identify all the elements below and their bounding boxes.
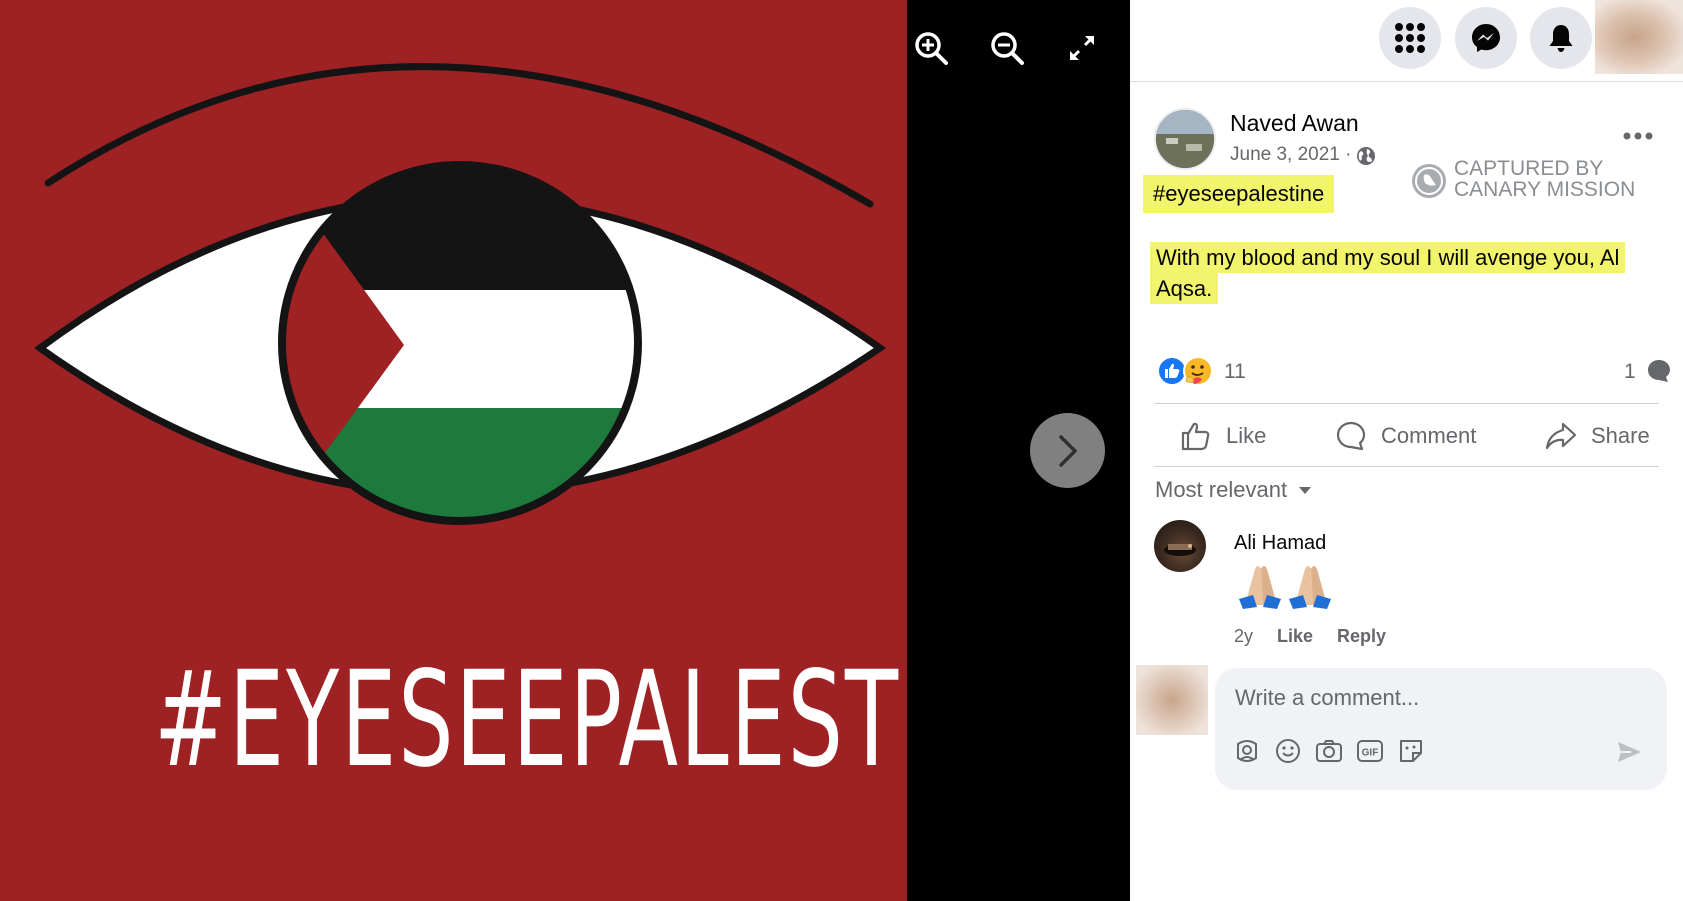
account-avatar[interactable] xyxy=(1595,0,1683,74)
eye-flag-illustration xyxy=(34,63,887,525)
comment-author[interactable]: Ali Hamad xyxy=(1234,532,1326,555)
top-bar xyxy=(1130,0,1683,82)
post-photo[interactable]: #EYESEEPALESTINE xyxy=(0,0,907,901)
chevron-right-icon xyxy=(1059,435,1078,467)
author-name[interactable]: Naved Awan xyxy=(1230,110,1359,137)
current-user-avatar[interactable] xyxy=(1136,665,1208,735)
post-timestamp[interactable]: June 3, 2021 · xyxy=(1230,144,1351,166)
comment-icon xyxy=(1336,421,1366,451)
fullscreen-icon[interactable] xyxy=(1064,30,1100,66)
comment-reply-button[interactable]: Reply xyxy=(1337,626,1386,647)
post-panel: Naved Awan June 3, 2021 · CAPTURED BY CA… xyxy=(1130,0,1683,901)
more-options-button[interactable] xyxy=(1618,124,1658,148)
comment-time[interactable]: 2y xyxy=(1234,626,1253,647)
reaction-icons[interactable] xyxy=(1156,355,1218,387)
post-hashtag[interactable]: #eyeseepalestine xyxy=(1143,175,1335,213)
watermark-text: CAPTURED BY CANARY MISSION xyxy=(1454,157,1636,201)
care-reaction-icon xyxy=(1183,356,1213,386)
commenter-avatar[interactable] xyxy=(1154,520,1206,572)
folded-hands-emoji xyxy=(1239,566,1331,609)
comment-input[interactable] xyxy=(1235,682,1635,714)
comment-sort-dropdown[interactable]: Most relevant xyxy=(1155,477,1313,503)
post-text-content: With my blood and my soul I will avenge … xyxy=(1150,242,1626,304)
reaction-count[interactable]: 11 xyxy=(1224,360,1246,384)
comment-button[interactable]: Comment xyxy=(1335,415,1476,457)
photo-caption: #EYESEEPALESTINE xyxy=(154,643,907,797)
share-label: Share xyxy=(1591,423,1650,448)
caret-down-icon xyxy=(1299,487,1312,494)
sticker-icon[interactable] xyxy=(1396,736,1426,766)
comment-count[interactable]: 1 xyxy=(1624,360,1636,384)
like-button[interactable]: Like xyxy=(1180,415,1266,457)
globe-icon xyxy=(1357,147,1375,165)
zoom-out-icon[interactable] xyxy=(989,30,1025,66)
next-photo-button[interactable] xyxy=(1030,413,1105,488)
bell-icon xyxy=(1549,25,1573,52)
post-text: With my blood and my soul I will avenge … xyxy=(1150,242,1635,304)
share-button[interactable]: Share xyxy=(1545,415,1650,457)
author-avatar[interactable] xyxy=(1154,108,1216,170)
camera-icon[interactable] xyxy=(1314,736,1344,766)
gif-icon[interactable]: GIF xyxy=(1355,736,1385,766)
divider xyxy=(1154,466,1659,467)
sort-label: Most relevant xyxy=(1155,477,1288,502)
messenger-button[interactable] xyxy=(1455,7,1517,69)
zoom-in-icon[interactable] xyxy=(913,30,949,66)
like-label: Like xyxy=(1226,423,1267,448)
menu-button[interactable] xyxy=(1379,7,1441,69)
share-icon xyxy=(1545,422,1577,450)
comment-composer: GIF xyxy=(1215,668,1667,790)
comment-bubble-icon xyxy=(1648,360,1670,382)
thumbs-up-icon xyxy=(1181,422,1210,451)
canary-mission-watermark: CAPTURED BY CANARY MISSION xyxy=(1410,158,1650,204)
photo-viewer: #EYESEEPALESTINE xyxy=(0,0,1130,901)
notifications-button[interactable] xyxy=(1530,7,1592,69)
menu-grid-icon xyxy=(1395,23,1425,53)
more-dots-icon xyxy=(1623,132,1653,140)
like-reaction-icon xyxy=(1157,356,1187,386)
emoji-icon[interactable] xyxy=(1273,736,1303,766)
messenger-icon xyxy=(1472,24,1500,52)
send-icon[interactable] xyxy=(1615,738,1643,766)
comment-label: Comment xyxy=(1381,423,1477,448)
canary-logo-icon xyxy=(1412,164,1446,198)
comment-like-button[interactable]: Like xyxy=(1277,626,1313,647)
svg-text:GIF: GIF xyxy=(1362,748,1379,759)
avatar-sticker-icon[interactable] xyxy=(1232,736,1262,766)
divider xyxy=(1154,403,1659,404)
